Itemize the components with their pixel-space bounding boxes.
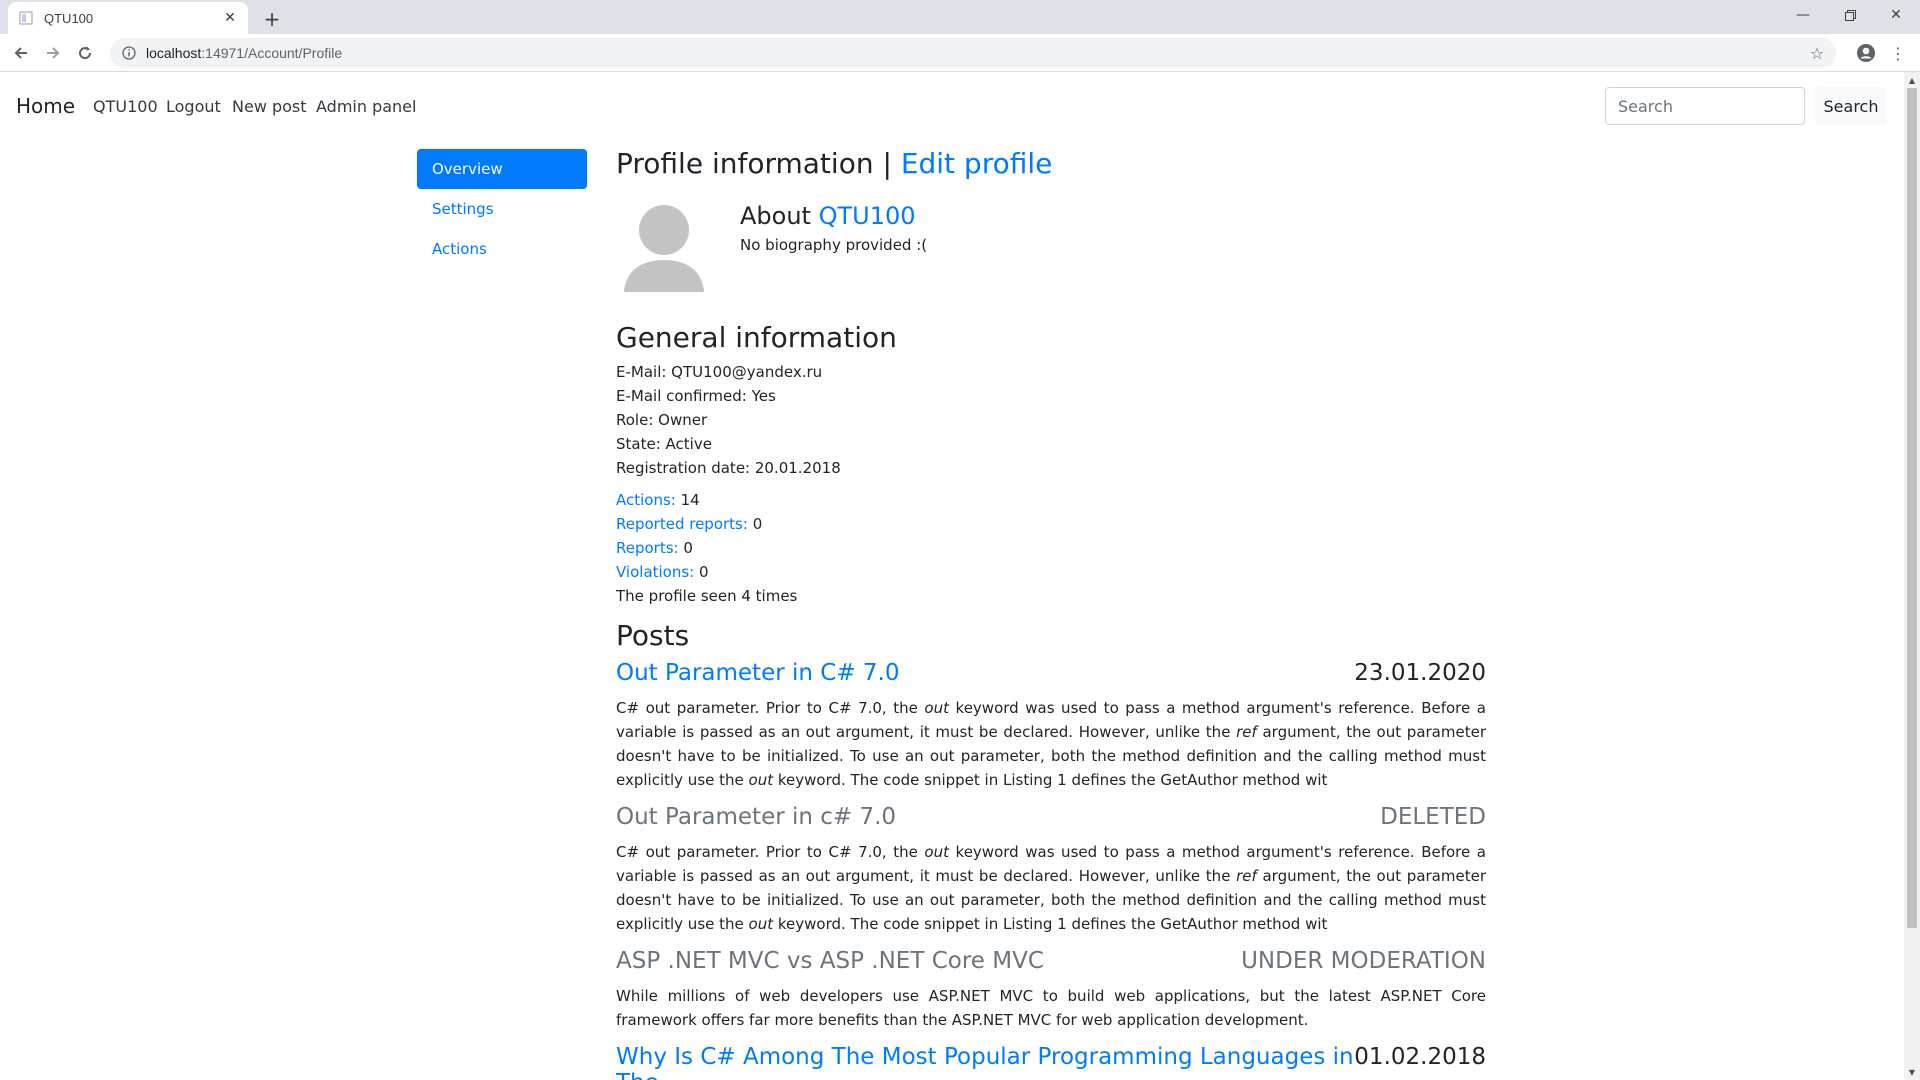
- post-excerpt: C# out parameter. Prior to C# 7.0, the o…: [616, 699, 1486, 789]
- post-excerpt: While millions of web developers use ASP…: [616, 987, 1486, 1029]
- email-confirmed-line: E-Mail confirmed: Yes: [616, 387, 776, 405]
- stat-actions: Actions: 14: [616, 491, 700, 509]
- role-line: Role: Owner: [616, 411, 708, 429]
- profile-avatar-icon[interactable]: [1852, 39, 1880, 67]
- post-item: Out Parameter in C# 7.0 23.01.2020 C# ou…: [616, 660, 1486, 792]
- browser-toolbar: localhost:14971/Account/Profile ☆ ⋮: [0, 34, 1920, 72]
- avatar: [624, 202, 704, 292]
- post-status: DELETED: [1380, 804, 1486, 830]
- state-line: State: Active: [616, 435, 712, 453]
- menu-kebab-icon[interactable]: ⋮: [1884, 39, 1912, 67]
- nav-link-new-post[interactable]: New post: [232, 97, 307, 116]
- restore-icon[interactable]: [1827, 0, 1873, 30]
- posts-heading: Posts: [616, 619, 690, 652]
- stat-violations: Violations: 0: [616, 563, 709, 581]
- email-line: E-Mail: QTU100@yandex.ru: [616, 363, 823, 381]
- page-title: Profile information | Edit profile: [616, 147, 1053, 180]
- site-navbar: Home QTU100 Logout New post Admin panel …: [0, 72, 1904, 140]
- close-tab-icon[interactable]: ✕: [222, 10, 238, 26]
- stats-list: Actions: 14 Reported reports: 0 Reports:…: [616, 488, 1486, 608]
- post-title-link[interactable]: Out Parameter in C# 7.0: [616, 660, 899, 686]
- page-icon: [18, 10, 34, 26]
- about-section: About QTU100 No biography provided :(: [616, 194, 1486, 314]
- home-link[interactable]: Home: [16, 94, 75, 118]
- back-icon[interactable]: [7, 39, 35, 67]
- stat-actions-link[interactable]: Actions:: [616, 491, 676, 509]
- minimize-icon[interactable]: —: [1780, 0, 1826, 30]
- close-window-icon[interactable]: ✕: [1873, 0, 1919, 30]
- username-link[interactable]: QTU100: [819, 202, 916, 230]
- sidebar-item-settings[interactable]: Settings: [417, 189, 587, 229]
- post-excerpt: C# out parameter. Prior to C# 7.0, the o…: [616, 843, 1486, 933]
- post-date: 23.01.2020: [1354, 660, 1486, 686]
- scrollbar-thumb[interactable]: [1907, 88, 1917, 928]
- search-button[interactable]: Search: [1815, 87, 1887, 125]
- browser-tabstrip: QTU100 ✕ + — ✕: [0, 0, 1920, 34]
- post-item: Why Is C# Among The Most Popular Program…: [616, 1044, 1486, 1080]
- profile-main: Profile information | Edit profile About…: [616, 144, 1486, 1080]
- url-text: localhost:14971/Account/Profile: [146, 45, 343, 61]
- registration-date-line: Registration date: 20.01.2018: [616, 459, 841, 477]
- biography-text: No biography provided :(: [740, 236, 928, 254]
- scroll-up-icon[interactable]: ▲: [1904, 72, 1920, 88]
- stat-violations-link[interactable]: Violations:: [616, 563, 694, 581]
- reload-icon[interactable]: [71, 39, 99, 67]
- stat-reported-reports-link[interactable]: Reported reports:: [616, 515, 748, 533]
- post-title-link[interactable]: Why Is C# Among The Most Popular Program…: [616, 1044, 1354, 1080]
- post-item: Out Parameter in c# 7.0 DELETED C# out p…: [616, 804, 1486, 936]
- nav-link-logout[interactable]: Logout: [166, 97, 221, 116]
- page-viewport: Home QTU100 Logout New post Admin panel …: [0, 72, 1904, 1080]
- general-info-heading: General information: [616, 321, 897, 354]
- stat-reports-link[interactable]: Reports:: [616, 539, 679, 557]
- stat-reported-reports: Reported reports: 0: [616, 515, 763, 533]
- search-input[interactable]: Search: [1605, 87, 1805, 125]
- address-bar[interactable]: localhost:14971/Account/Profile ☆: [110, 38, 1836, 68]
- profile-sidebar: Overview Settings Actions: [417, 149, 587, 269]
- browser-tab[interactable]: QTU100 ✕: [8, 2, 248, 34]
- post-title-link[interactable]: Out Parameter in c# 7.0: [616, 804, 896, 830]
- stat-reports: Reports: 0: [616, 539, 693, 557]
- info-icon[interactable]: [120, 44, 138, 62]
- new-tab-icon[interactable]: +: [258, 5, 286, 33]
- post-item: ASP .NET MVC vs ASP .NET Core MVC UNDER …: [616, 948, 1486, 1032]
- edit-profile-link[interactable]: Edit profile: [901, 147, 1053, 180]
- post-status: UNDER MODERATION: [1241, 948, 1486, 974]
- tab-title: QTU100: [44, 10, 94, 26]
- post-title-link[interactable]: ASP .NET MVC vs ASP .NET Core MVC: [616, 948, 1044, 974]
- post-date: 01.02.2018: [1354, 1044, 1486, 1070]
- sidebar-item-overview[interactable]: Overview: [417, 149, 587, 189]
- page-scrollbar[interactable]: ▲ ▼: [1904, 72, 1920, 1080]
- about-title: About QTU100: [740, 202, 916, 230]
- forward-icon[interactable]: [39, 39, 67, 67]
- scroll-down-icon[interactable]: ▼: [1904, 1064, 1920, 1080]
- bookmark-star-icon[interactable]: ☆: [1808, 44, 1826, 63]
- nav-link-username[interactable]: QTU100: [93, 97, 158, 116]
- profile-seen-text: The profile seen 4 times: [616, 587, 798, 605]
- sidebar-item-actions[interactable]: Actions: [417, 229, 587, 269]
- nav-link-admin-panel[interactable]: Admin panel: [316, 97, 416, 116]
